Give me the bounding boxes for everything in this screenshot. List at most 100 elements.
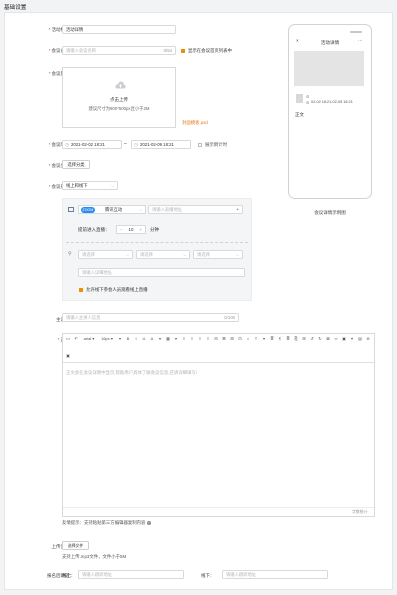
live-address-input[interactable]: 请输入直播地址 +	[148, 205, 243, 214]
time-separator: –	[124, 141, 127, 147]
upload-label: 点击上传	[110, 97, 128, 102]
chevron-down-icon: ⌵	[236, 253, 239, 257]
toolbar-button[interactable]: 16px ▾	[98, 335, 116, 344]
toolbar-button[interactable]: ▤	[356, 335, 364, 344]
toolbar-button[interactable]: ↺	[308, 335, 316, 344]
cover-upload-area[interactable]: 点击上传 建议尺寸为900*500px且小于2M	[62, 67, 176, 128]
toolbar-button[interactable]: ▣	[340, 335, 348, 344]
allow-offline-watch-label: 允许线下参会人员观看线上直播	[86, 287, 148, 292]
toolbar-button[interactable]: ⌖	[348, 335, 356, 344]
choose-file-button[interactable]: 选择文件	[62, 541, 89, 550]
clock-icon: ⊙	[306, 100, 310, 105]
chevron-down-icon: ⌵	[139, 208, 142, 212]
start-time-input[interactable]: ◷ 2021-02-02 18:21	[62, 140, 122, 149]
toolbar-button[interactable]: ⊞	[228, 335, 236, 344]
toolbar-button[interactable]: <>	[64, 335, 72, 344]
pin-icon: ⊙	[306, 94, 310, 99]
toolbar-button[interactable]: ▦	[164, 335, 172, 344]
province-select[interactable]: 请选择 ⌵	[78, 250, 133, 259]
preview-datetime: 02-02 18:21-02-09 18:21	[311, 100, 353, 104]
countdown-checkbox[interactable]	[198, 143, 202, 147]
toolbar-button[interactable]: ≡	[204, 335, 212, 344]
meeting-name-counter: 0/64	[163, 48, 172, 53]
toolbar-button[interactable]: ≣	[284, 335, 292, 344]
status-bar-icon	[350, 31, 362, 33]
upload-doc-hint: 支持上传.mp3文件，文件小于5M	[62, 554, 127, 559]
page-title: 基础设置	[4, 5, 27, 11]
toolbar-button[interactable]: ≣	[268, 335, 276, 344]
title-input[interactable]: 活动详情	[62, 25, 176, 34]
speaker-input[interactable]: 请输入主讲人信息 0/100	[62, 313, 239, 322]
chevron-down-icon: ⌵	[183, 253, 186, 257]
plus-icon[interactable]: +	[139, 226, 142, 234]
toolbar-button[interactable]: ⌂	[244, 335, 252, 344]
editor-tip: 友情提示：支持粘贴第三方编辑器复制内容 ?	[62, 520, 151, 525]
image-icon[interactable]: ▣	[64, 352, 72, 360]
calendar-icon: ◷	[134, 142, 138, 147]
chevron-down-icon: ⌵	[111, 184, 114, 188]
live-brand-logo: ZOOM	[81, 207, 95, 213]
toolbar-button[interactable]: ⊟	[212, 335, 220, 344]
toolbar-button[interactable]: ≡	[180, 335, 188, 344]
toolbar-button[interactable]: ≡	[196, 335, 204, 344]
editor-placeholder: 正文会在会议详情中显示,帮助用户具体了解会议信息,还请详细填写!	[66, 370, 197, 375]
toolbar-button[interactable]: ≡	[188, 335, 196, 344]
toolbar-button[interactable]: ⊞	[300, 335, 308, 344]
toolbar-button[interactable]: B	[124, 335, 132, 344]
enter-early-label: 提前进入直播：	[78, 227, 110, 232]
offline-link-input[interactable]: 请输入跳转地址	[222, 570, 328, 579]
avatar	[296, 94, 303, 103]
district-select[interactable]: 请选择 ⌵	[193, 250, 243, 259]
toolbar-button[interactable]: U	[140, 335, 148, 344]
more-icon: ···	[358, 38, 363, 43]
meeting-name-input[interactable]: 请输入会议名称 0/64	[62, 46, 176, 55]
countdown-label: 展示倒计时	[205, 142, 227, 147]
toolbar-button[interactable]: ¶	[276, 335, 284, 344]
show-on-page-label: 显示在会议首页列表中	[188, 48, 232, 53]
toolbar-divider	[63, 362, 374, 363]
toolbar-button[interactable]: ↶	[72, 335, 80, 344]
toolbar-button[interactable]: A	[148, 335, 156, 344]
format-select[interactable]: 线上和线下 ⌵	[62, 181, 118, 190]
minutes-unit: 分钟	[150, 227, 159, 232]
offline-link-label: 线下：	[201, 573, 215, 578]
toolbar-button[interactable]: T	[252, 335, 260, 344]
word-count: 字数统计	[352, 509, 368, 514]
status-divider	[63, 507, 374, 508]
calendar-icon: ◷	[65, 142, 69, 147]
toolbar-button[interactable]: ▾	[260, 335, 268, 344]
cover-placeholder	[294, 51, 364, 86]
upload-hint: 建议尺寸为900*500px且小于2M	[88, 106, 150, 111]
location-pin-icon: ⚲	[68, 251, 72, 257]
city-select[interactable]: 请选择 ⌵	[136, 250, 190, 259]
upload-cloud-icon	[115, 81, 126, 89]
live-platform-select[interactable]: ZOOM 腾讯互动 ⌵	[78, 205, 146, 214]
chevron-down-icon: ⌵	[126, 253, 129, 257]
toolbar-button[interactable]: ▾	[156, 335, 164, 344]
toolbar-button[interactable]: ⎘	[292, 335, 300, 344]
rich-text-editor[interactable]	[62, 333, 375, 517]
toolbar-button[interactable]: ∞	[332, 335, 340, 344]
end-time-input[interactable]: ◷ 2021-02-09 18:21	[131, 140, 191, 149]
allow-offline-watch-checkbox[interactable]	[79, 288, 83, 292]
preview-body-label: 正文	[295, 112, 304, 117]
toolbar-button[interactable]: ⊚	[364, 335, 372, 344]
toolbar-button[interactable]: I	[132, 335, 140, 344]
show-on-page-checkbox[interactable]	[181, 49, 185, 53]
toolbar-button[interactable]: ⊠	[324, 335, 332, 344]
live-monitor-icon	[68, 207, 74, 212]
toolbar-button[interactable]: ▾	[116, 335, 124, 344]
toolbar-button[interactable]: ⌘	[220, 335, 228, 344]
question-icon[interactable]: ?	[146, 521, 151, 525]
offline-address-input[interactable]: 请输入详细地址	[78, 268, 245, 277]
template-download-link[interactable]: 封面模板.psd	[182, 120, 208, 126]
add-icon[interactable]: +	[236, 206, 239, 213]
toolbar-button[interactable]: ▾	[172, 335, 180, 344]
toolbar-button[interactable]: ⊡	[236, 335, 244, 344]
select-category-button[interactable]: 选择分类	[62, 160, 90, 169]
online-link-input[interactable]: 请输入跳转地址	[78, 570, 184, 579]
toolbar-button[interactable]: arial ▾	[80, 335, 98, 344]
enter-early-stepper[interactable]: − 10 +	[116, 225, 146, 234]
panel-divider	[66, 242, 248, 243]
toolbar-button[interactable]: ↻	[316, 335, 324, 344]
